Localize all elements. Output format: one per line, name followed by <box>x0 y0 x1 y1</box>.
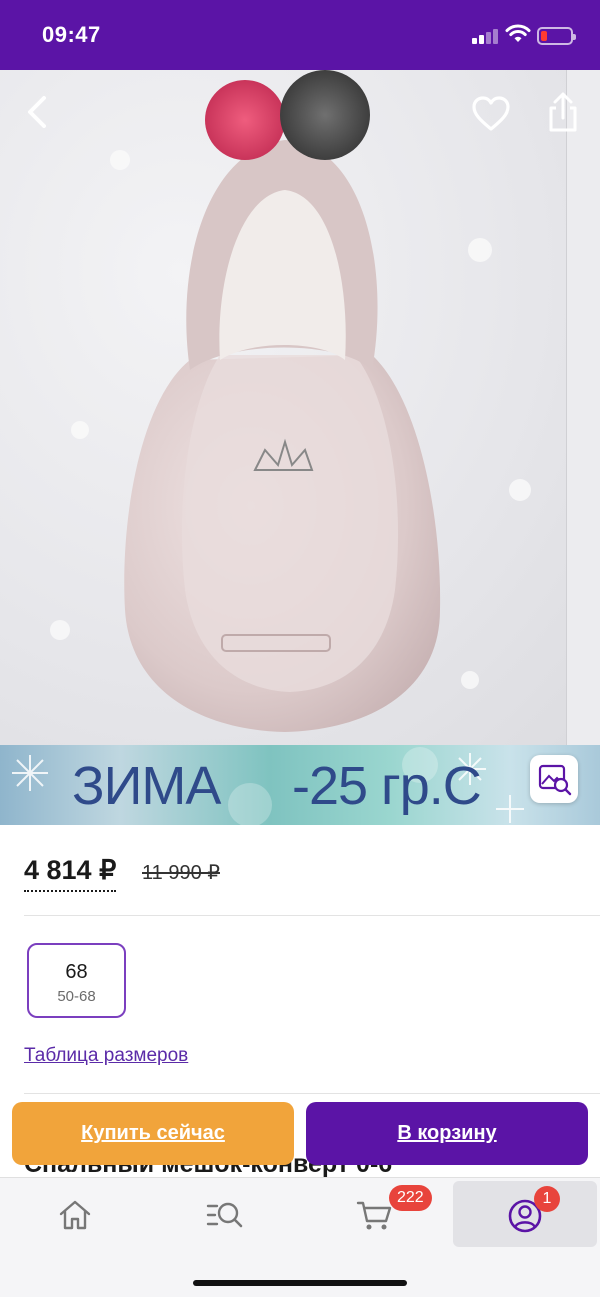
home-icon <box>59 1200 91 1230</box>
size-range: 50-68 <box>57 988 96 1005</box>
bottom-tab-bar: 222 1 <box>0 1177 600 1297</box>
status-time: 09:47 <box>42 22 101 47</box>
current-price[interactable]: 4 814 ₽ <box>24 855 117 892</box>
old-price: 11 990 ₽ <box>142 862 220 884</box>
size-table-link[interactable]: Таблица размеров <box>24 1045 188 1067</box>
divider <box>24 1093 600 1094</box>
image-gallery-edge <box>566 70 600 745</box>
tab-profile[interactable]: 1 <box>453 1181 597 1247</box>
buy-now-button[interactable]: Купить сейчас <box>12 1102 294 1165</box>
tab-home[interactable] <box>5 1180 145 1246</box>
home-indicator <box>193 1280 407 1286</box>
banner-temperature-text: -25 гр.С <box>292 756 482 816</box>
cellular-signal-icon <box>472 28 500 44</box>
share-icon[interactable] <box>542 90 584 134</box>
heart-outline-icon[interactable] <box>470 94 512 134</box>
battery-low-icon <box>537 27 576 45</box>
image-search-icon <box>538 764 572 796</box>
status-bar: 09:47 <box>0 0 600 70</box>
size-label: 68 <box>65 961 88 983</box>
cart-count-badge: 222 <box>389 1185 432 1211</box>
tab-catalog[interactable] <box>155 1180 295 1246</box>
divider <box>24 915 600 916</box>
catalog-search-icon <box>206 1202 243 1228</box>
tab-cart[interactable]: 222 <box>305 1180 445 1246</box>
add-to-cart-button[interactable]: В корзину <box>306 1102 588 1165</box>
chevron-left-icon[interactable] <box>18 92 58 132</box>
size-option-68[interactable]: 68 50-68 <box>27 943 126 1018</box>
product-photo <box>50 70 531 732</box>
banner-season-text: ЗИМА <box>72 756 221 816</box>
profile-notification-badge: 1 <box>534 1186 560 1212</box>
product-image[interactable] <box>0 70 600 745</box>
cart-icon <box>356 1201 392 1230</box>
wifi-icon <box>505 24 531 42</box>
image-search-button[interactable] <box>530 755 578 803</box>
promo-banner: ЗИМА -25 гр.С <box>0 745 600 825</box>
